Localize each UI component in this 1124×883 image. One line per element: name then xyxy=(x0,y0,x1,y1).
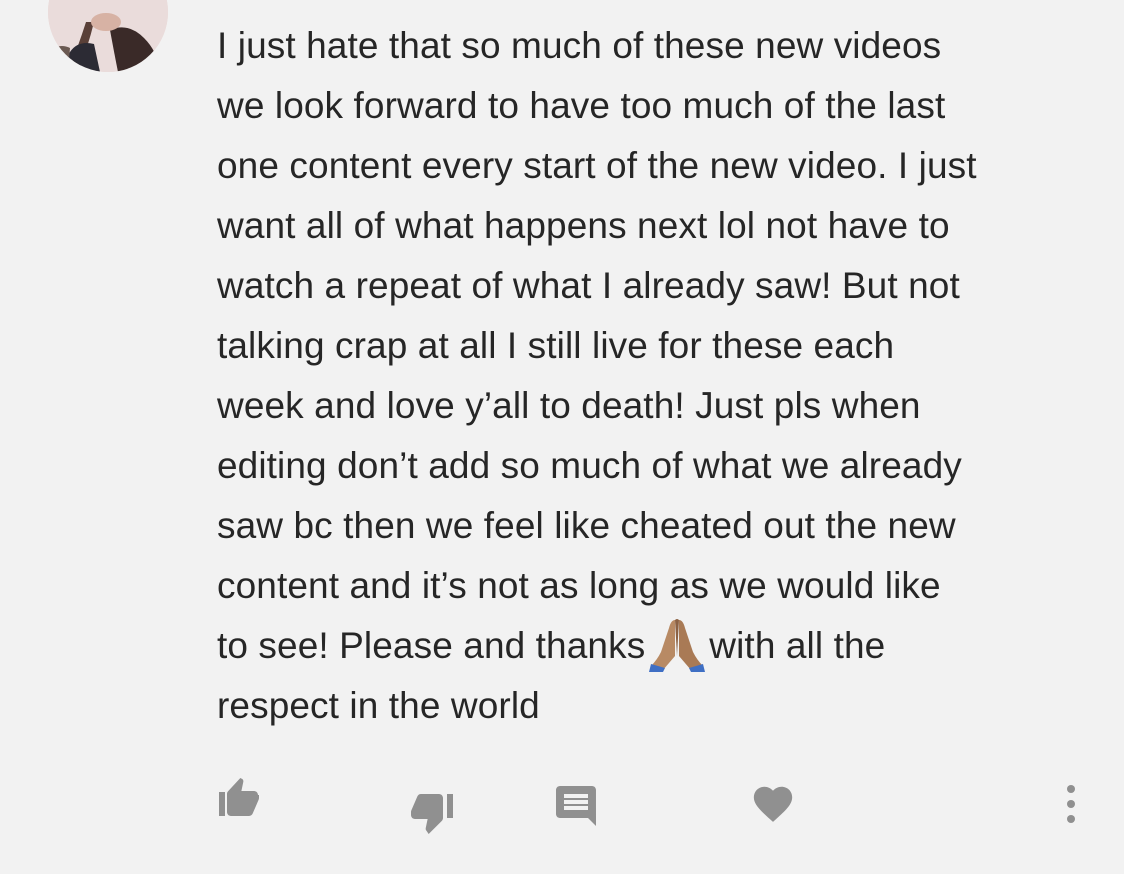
user-avatar-icon xyxy=(48,0,168,72)
comment-line: one content every start of the new video… xyxy=(217,145,977,186)
comment-line: respect in the world xyxy=(217,685,540,726)
comment-line: saw bc then we feel like cheated out the… xyxy=(217,505,956,546)
comment-text-segment: with all the xyxy=(709,625,886,666)
reply-button[interactable] xyxy=(548,778,604,834)
comment-line: week and love y’all to death! Just pls w… xyxy=(217,385,921,426)
comment-text: I just hate that so much of these new vi… xyxy=(217,16,1097,736)
comment-line: to see! Please and thanks with all the xyxy=(217,616,1097,676)
comment-actions xyxy=(0,770,1124,840)
comment-item: I just hate that so much of these new vi… xyxy=(0,0,1124,883)
comment-line: talking crap at all I still live for the… xyxy=(217,325,895,366)
comment-icon xyxy=(556,786,596,826)
heart-icon xyxy=(753,786,793,822)
comment-line: I just hate that so much of these new vi… xyxy=(217,25,942,66)
divider xyxy=(0,874,1124,883)
more-options-button[interactable] xyxy=(1043,776,1099,832)
comment-line: watch a repeat of what I already saw! Bu… xyxy=(217,265,960,306)
folded-hands-emoji-icon xyxy=(649,616,706,672)
like-button[interactable] xyxy=(211,770,267,826)
thumbs-down-icon xyxy=(411,794,453,834)
more-vert-icon xyxy=(1067,785,1075,823)
comment-line: want all of what happens next lol not ha… xyxy=(217,205,950,246)
comment-text-segment: to see! Please and thanks xyxy=(217,625,646,666)
comment-line: we look forward to have too much of the … xyxy=(217,85,946,126)
avatar[interactable] xyxy=(48,0,168,72)
comment-line: content and it’s not as long as we would… xyxy=(217,565,941,606)
comment-line: editing don’t add so much of what we alr… xyxy=(217,445,962,486)
thumbs-up-icon xyxy=(219,778,259,816)
heart-button[interactable] xyxy=(745,776,801,832)
dislike-button[interactable] xyxy=(405,784,461,840)
